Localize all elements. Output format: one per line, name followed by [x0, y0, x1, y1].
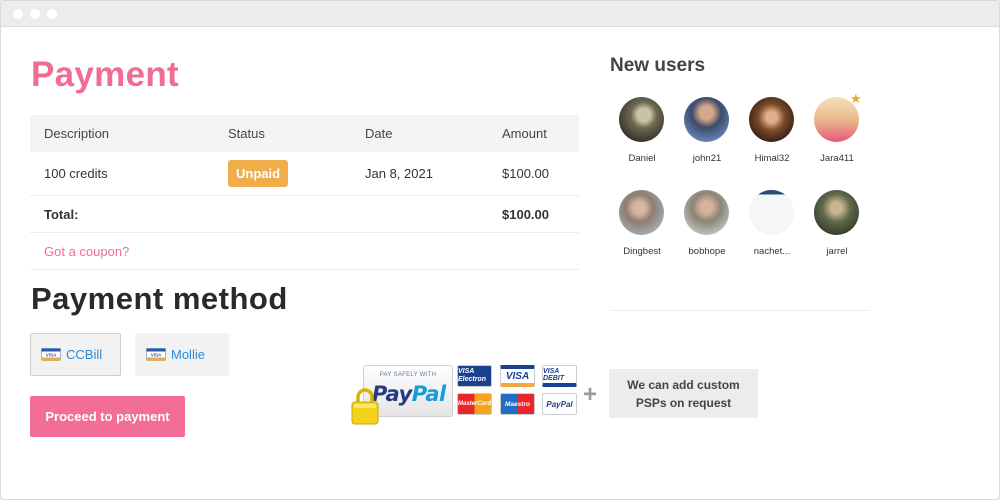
- total-label: Total:: [44, 206, 79, 222]
- window-dot-icon: [13, 9, 23, 19]
- table-row: 100 credits Unpaid Jan 8, 2021 $100.00: [30, 152, 579, 196]
- coupon-row: Got a coupon?: [30, 233, 579, 270]
- window-dot-icon: [30, 9, 40, 19]
- user-card-himal32[interactable]: Himal32: [739, 97, 805, 172]
- featured-star-icon: ★: [850, 91, 862, 106]
- header-status: Status: [228, 126, 265, 141]
- user-card-nachet[interactable]: nachet...: [739, 190, 805, 265]
- total-amount: $100.00: [502, 206, 549, 222]
- page-content: Payment Description Status Date Amount 1…: [1, 27, 999, 499]
- paypal-card-logo: PayPal: [542, 393, 577, 415]
- payment-method-title: Payment method: [31, 281, 288, 316]
- payment-logos: PAY SAFELY WITH PayPal VISA Electron VIS…: [350, 363, 760, 425]
- divider: [610, 310, 870, 311]
- avatar: [619, 97, 664, 142]
- header-amount: Amount: [502, 126, 547, 141]
- payment-option-label: CCBill: [66, 347, 103, 362]
- new-users-title: New users: [610, 55, 706, 76]
- svg-text:VISA: VISA: [151, 353, 162, 358]
- header-date: Date: [365, 126, 393, 141]
- card-icon: VISA: [41, 348, 61, 361]
- avatar: [684, 190, 729, 235]
- avatar: [684, 97, 729, 142]
- page-title: Payment: [31, 55, 179, 94]
- card-logo-text: VISA Electron: [458, 368, 487, 383]
- item-description: 100 credits: [44, 166, 108, 181]
- item-amount: $100.00: [502, 166, 549, 181]
- user-name: nachet...: [753, 246, 791, 257]
- padlock-icon: [351, 388, 379, 425]
- coupon-cell: Got a coupon?: [44, 233, 129, 269]
- table-total-row: Total: $100.00: [30, 196, 579, 233]
- card-logo-text: VISA DEBIT: [543, 367, 564, 382]
- visa-logo: VISA: [500, 365, 535, 387]
- visa-debit-logo: VISA DEBIT: [542, 365, 577, 387]
- user-card-daniel[interactable]: Daniel: [609, 97, 675, 172]
- card-logo-text: Maestro: [505, 400, 530, 408]
- status-badge: Unpaid: [228, 160, 289, 187]
- card-logo-text: PayPal: [546, 399, 573, 409]
- avatar: [749, 190, 794, 235]
- paypal-wordmark: PayPal: [372, 382, 446, 406]
- avatar: [814, 190, 859, 235]
- user-card-bobhope[interactable]: bobhope: [674, 190, 740, 265]
- user-name: Jara411: [820, 153, 854, 164]
- user-name: jarrel: [826, 246, 848, 257]
- user-card-dingbest[interactable]: Dingbest: [609, 190, 675, 265]
- user-card-jarrel[interactable]: jarrel: [804, 190, 870, 265]
- window-titlebar: [1, 1, 999, 27]
- browser-window: Payment Description Status Date Amount 1…: [0, 0, 1000, 500]
- coupon-link[interactable]: Got a coupon?: [44, 244, 129, 259]
- avatar: [619, 190, 664, 235]
- paypal-tagline: PAY SAFELY WITH: [379, 372, 437, 378]
- window-dot-icon: [47, 9, 57, 19]
- status-cell: Unpaid: [228, 152, 289, 195]
- custom-psp-note: We can add custom PSPs on request: [609, 369, 758, 418]
- user-card-jara411[interactable]: ★ Jara411: [804, 91, 870, 172]
- avatar: [749, 97, 794, 142]
- proceed-to-payment-button[interactable]: Proceed to payment: [30, 396, 185, 437]
- user-card-john21[interactable]: john21: [674, 97, 740, 172]
- maestro-logo: Maestro: [500, 393, 535, 415]
- paypal-wordmark-part: Pal: [411, 382, 446, 406]
- header-description: Description: [44, 126, 110, 141]
- payment-option-label: Mollie: [171, 347, 205, 362]
- user-name: bobhope: [688, 246, 726, 257]
- payment-option-ccbill[interactable]: VISA CCBill: [30, 333, 121, 376]
- table-header-row: Description Status Date Amount: [30, 115, 579, 152]
- card-icon: VISA: [146, 348, 166, 361]
- plus-icon: +: [583, 381, 598, 408]
- mastercard-logo: MasterCard: [457, 393, 492, 415]
- card-logo-text: MasterCard: [458, 401, 492, 407]
- payment-table: Description Status Date Amount 100 credi…: [30, 115, 579, 270]
- svg-text:VISA: VISA: [46, 353, 57, 358]
- card-logo-text: VISA: [505, 370, 530, 382]
- user-name: Dingbest: [623, 246, 661, 257]
- item-date: Jan 8, 2021: [365, 166, 433, 181]
- visa-electron-logo: VISA Electron: [457, 365, 492, 387]
- user-name: Himal32: [754, 153, 790, 164]
- user-name: Daniel: [628, 153, 656, 164]
- payment-option-mollie[interactable]: VISA Mollie: [135, 333, 229, 376]
- user-name: john21: [692, 153, 722, 164]
